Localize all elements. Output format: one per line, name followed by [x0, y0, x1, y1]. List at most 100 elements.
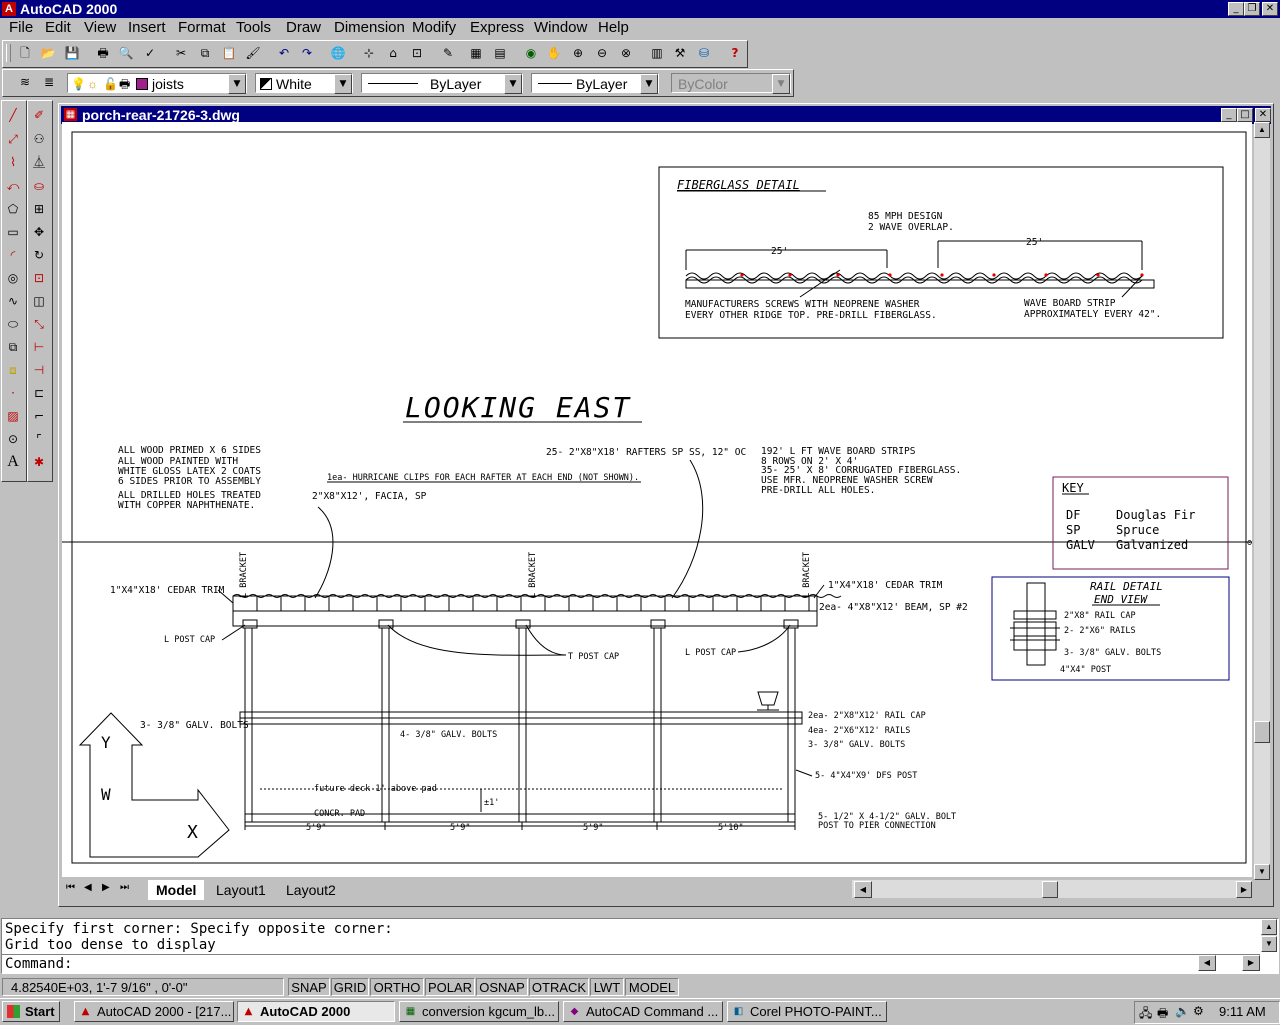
- otrack-toggle[interactable]: OTRACK: [529, 978, 589, 996]
- lwt-toggle[interactable]: LWT: [590, 978, 624, 996]
- lineweight-dropdown-arrow[interactable]: ▼: [640, 74, 658, 94]
- polar-toggle[interactable]: POLAR: [425, 978, 475, 996]
- snap-toggle[interactable]: SNAP: [288, 978, 330, 996]
- pan-icon[interactable]: ✋: [544, 43, 564, 63]
- network-icon[interactable]: 🖧: [1139, 1004, 1152, 1025]
- drawing-canvas[interactable]: ʘ FIBERGLASS DETAIL 85 MPH DESIGN 2 WAVE…: [62, 122, 1252, 877]
- menu-window[interactable]: Window: [527, 17, 594, 39]
- inquiry-icon[interactable]: ⊡: [407, 43, 427, 63]
- text-icon[interactable]: A: [3, 452, 23, 472]
- zoom-previous-icon[interactable]: ⊗: [616, 43, 636, 63]
- maximize-button[interactable]: ❐: [1244, 2, 1260, 16]
- polygon-icon[interactable]: ⤺: [3, 176, 23, 196]
- start-button[interactable]: Start: [2, 1001, 60, 1022]
- drawing-close-button[interactable]: ✕: [1255, 108, 1271, 122]
- menu-insert[interactable]: Insert: [121, 17, 173, 39]
- hatch-icon[interactable]: ·: [3, 383, 23, 403]
- new-icon[interactable]: 🗋: [15, 43, 35, 63]
- open-icon[interactable]: 📂: [38, 43, 58, 63]
- task-conversion[interactable]: ▦ conversion kgcum_lb...: [399, 1001, 559, 1022]
- linetype-dropdown-arrow[interactable]: ▼: [504, 74, 522, 94]
- circle-icon[interactable]: ◜: [3, 245, 23, 265]
- chamfer-icon[interactable]: ⌐: [29, 406, 49, 426]
- fillet-icon[interactable]: ⌜: [29, 429, 49, 449]
- make-block-icon[interactable]: ⧉: [3, 337, 23, 357]
- mtext-icon[interactable]: ⊙: [3, 429, 23, 449]
- scroll-down-button[interactable]: ▼: [1254, 864, 1270, 880]
- spelling-icon[interactable]: ✓: [140, 43, 160, 63]
- aerial-view-icon[interactable]: ▦: [466, 43, 486, 63]
- color-dropdown-arrow[interactable]: ▼: [334, 74, 352, 94]
- scroll-right-button[interactable]: ▶: [1236, 881, 1252, 898]
- linetype-control[interactable]: ByLayer ▼: [361, 73, 523, 94]
- redo-icon[interactable]: ↷: [297, 43, 317, 63]
- ellipse-icon[interactable]: ∿: [3, 291, 23, 311]
- line-icon[interactable]: ╱: [3, 105, 23, 125]
- trim-icon[interactable]: ⊢: [29, 337, 49, 357]
- construction-line-icon[interactable]: ⤢: [3, 129, 23, 149]
- rectangle-icon[interactable]: ⬠: [3, 199, 23, 219]
- insert-block-icon[interactable]: ⬭: [3, 314, 23, 334]
- tab-next-icon[interactable]: ▶: [102, 882, 110, 893]
- drawing-minimize-button[interactable]: _: [1221, 108, 1237, 122]
- arc-icon[interactable]: ▭: [3, 222, 23, 242]
- undo-icon[interactable]: ↶: [274, 43, 294, 63]
- model-toggle[interactable]: MODEL: [625, 978, 679, 996]
- extend-icon[interactable]: ⊣: [29, 360, 49, 380]
- mirror-icon[interactable]: ⏅: [29, 152, 49, 172]
- match-properties-icon[interactable]: 🖌: [243, 43, 263, 63]
- named-views-icon[interactable]: ▤: [490, 43, 510, 63]
- move-icon[interactable]: ✥: [29, 222, 49, 242]
- zoom-realtime-icon[interactable]: ⊕: [568, 43, 588, 63]
- menu-view[interactable]: View: [77, 17, 123, 39]
- scale-icon[interactable]: ⊡: [29, 268, 49, 288]
- rotate-icon[interactable]: ↻: [29, 245, 49, 265]
- volume-icon[interactable]: 🔈: [1175, 1004, 1190, 1018]
- ucs-icon[interactable]: ⌂: [383, 43, 403, 63]
- scroll-up-button[interactable]: ▲: [1254, 122, 1270, 138]
- minimize-button[interactable]: _: [1228, 2, 1244, 16]
- zoom-window-icon[interactable]: ⊖: [592, 43, 612, 63]
- tab-layout1[interactable]: Layout1: [210, 880, 272, 900]
- menu-tools[interactable]: Tools: [229, 17, 278, 39]
- design-center-icon[interactable]: ⚒: [670, 43, 690, 63]
- task-autocad-active[interactable]: ▲ AutoCAD 2000: [237, 1001, 395, 1022]
- command-scrollbar[interactable]: ▲ ▼: [1261, 919, 1277, 952]
- 3d-orbit-icon[interactable]: ◉: [521, 43, 541, 63]
- tray-app-icon[interactable]: ⚙: [1193, 1004, 1204, 1018]
- color-control[interactable]: White ▼: [255, 73, 353, 94]
- internet-icon[interactable]: 🌐: [328, 43, 348, 63]
- tab-first-icon[interactable]: ⏮: [66, 882, 75, 893]
- tab-prev-icon[interactable]: ◀: [84, 882, 92, 893]
- offset-icon[interactable]: ⛀: [29, 176, 49, 196]
- menu-file[interactable]: File: [2, 17, 40, 39]
- erase-icon[interactable]: ✐: [29, 105, 49, 125]
- layer-control[interactable]: 💡 ☼ 🔓 🖶 joists ▼: [67, 73, 247, 94]
- dbconnect-icon[interactable]: ⛁: [694, 43, 714, 63]
- horizontal-scrollbar[interactable]: ◀ ▶: [852, 880, 1252, 898]
- array-icon[interactable]: ⊞: [29, 199, 49, 219]
- vertical-scroll-thumb[interactable]: [1254, 721, 1270, 743]
- tab-layout2[interactable]: Layout2: [280, 880, 342, 900]
- osnap-toggle[interactable]: OSNAP: [476, 978, 528, 996]
- print-icon[interactable]: 🖶: [93, 43, 113, 63]
- make-layer-current-icon[interactable]: ≣: [39, 72, 59, 92]
- properties-icon[interactable]: ▥: [647, 43, 667, 63]
- lengthen-icon[interactable]: ⤡: [29, 314, 49, 334]
- print-preview-icon[interactable]: 🔍: [116, 43, 136, 63]
- task-autocad-drawing[interactable]: ▲ AutoCAD 2000 - [217...: [74, 1001, 234, 1022]
- scroll-left-button[interactable]: ◀: [854, 881, 872, 898]
- printer-tray-icon[interactable]: 🖶: [1157, 1004, 1168, 1025]
- layers-icon[interactable]: ≋: [15, 72, 35, 92]
- command-hscroll-left[interactable]: ◀: [1198, 955, 1216, 971]
- redraw-icon[interactable]: ✎: [438, 43, 458, 63]
- paste-icon[interactable]: 📋: [219, 43, 239, 63]
- tab-model[interactable]: Model: [148, 880, 205, 900]
- ortho-toggle[interactable]: ORTHO: [370, 978, 424, 996]
- stretch-icon[interactable]: ◫: [29, 291, 49, 311]
- cut-icon[interactable]: ✂: [171, 43, 191, 63]
- explode-icon[interactable]: ✱: [29, 452, 49, 472]
- lineweight-control[interactable]: ByLayer ▼: [531, 73, 659, 94]
- tab-last-icon[interactable]: ⏭: [120, 882, 129, 893]
- point-icon[interactable]: ⧈: [3, 360, 23, 380]
